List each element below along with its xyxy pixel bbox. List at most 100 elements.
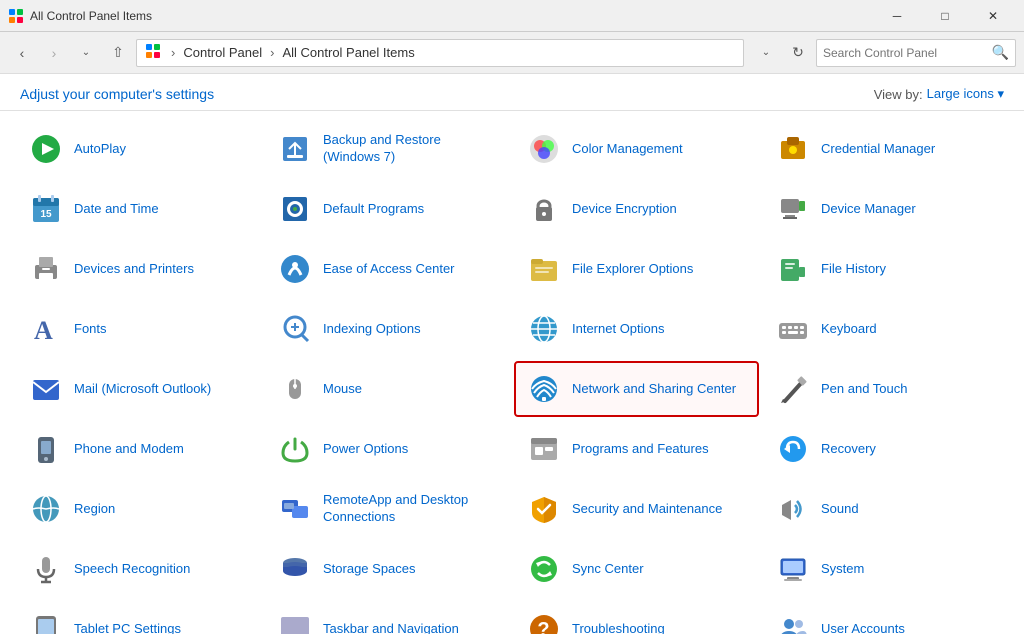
up-button[interactable]: ⇧	[104, 39, 132, 67]
maximize-button[interactable]: □	[922, 0, 968, 32]
control-item-power[interactable]: Power Options	[265, 421, 510, 477]
control-item-mail-outlook[interactable]: Mail (Microsoft Outlook)	[16, 361, 261, 417]
items-grid: AutoPlay Backup and Restore (Windows 7) Co…	[16, 121, 1008, 634]
control-item-taskbar[interactable]: Taskbar and Navigation	[265, 601, 510, 634]
control-item-file-explorer[interactable]: File Explorer Options	[514, 241, 759, 297]
control-item-phone-modem[interactable]: Phone and Modem	[16, 421, 261, 477]
mail-outlook-label: Mail (Microsoft Outlook)	[74, 381, 211, 398]
tablet-label: Tablet PC Settings	[74, 621, 181, 634]
device-mgr-icon	[775, 191, 811, 227]
control-item-device-mgr[interactable]: Device Manager	[763, 181, 1008, 237]
backup-restore-label: Backup and Restore (Windows 7)	[323, 132, 498, 166]
mouse-label: Mouse	[323, 381, 362, 398]
user-accounts-icon	[775, 611, 811, 634]
path-separator-1: ›	[171, 45, 175, 60]
indexing-label: Indexing Options	[323, 321, 421, 338]
control-item-recovery[interactable]: Recovery	[763, 421, 1008, 477]
region-icon	[28, 491, 64, 527]
control-item-sync[interactable]: Sync Center	[514, 541, 759, 597]
control-item-color-mgmt[interactable]: Color Management	[514, 121, 759, 177]
recovery-icon	[775, 431, 811, 467]
taskbar-icon	[277, 611, 313, 634]
view-by-control: View by: Large icons ▾	[874, 86, 1004, 102]
control-item-backup-restore[interactable]: Backup and Restore (Windows 7)	[265, 121, 510, 177]
sound-label: Sound	[821, 501, 859, 518]
close-button[interactable]: ✕	[970, 0, 1016, 32]
control-item-tablet[interactable]: Tablet PC Settings	[16, 601, 261, 634]
credential-label: Credential Manager	[821, 141, 935, 158]
control-item-remoteapp[interactable]: RemoteApp and Desktop Connections	[265, 481, 510, 537]
control-item-pen-touch[interactable]: Pen and Touch	[763, 361, 1008, 417]
devices-printers-icon	[28, 251, 64, 287]
control-item-troubleshoot[interactable]: ?Troubleshooting	[514, 601, 759, 634]
control-item-device-enc[interactable]: Device Encryption	[514, 181, 759, 237]
control-item-mouse[interactable]: Mouse	[265, 361, 510, 417]
sound-icon	[775, 491, 811, 527]
control-item-autoplay[interactable]: AutoPlay	[16, 121, 261, 177]
recovery-label: Recovery	[821, 441, 876, 458]
autoplay-icon	[28, 131, 64, 167]
content-header: Adjust your computer's settings View by:…	[0, 74, 1024, 111]
system-label: System	[821, 561, 864, 578]
items-area: AutoPlay Backup and Restore (Windows 7) Co…	[0, 111, 1024, 634]
remoteapp-icon	[277, 491, 313, 527]
control-item-fonts[interactable]: AFonts	[16, 301, 261, 357]
path-control-panel[interactable]: Control Panel	[183, 45, 262, 60]
sync-icon	[526, 551, 562, 587]
date-time-icon: 15	[28, 191, 64, 227]
control-item-storage[interactable]: Storage Spaces	[265, 541, 510, 597]
control-item-programs-features[interactable]: Programs and Features	[514, 421, 759, 477]
control-item-region[interactable]: Region	[16, 481, 261, 537]
control-item-credential[interactable]: Credential Manager	[763, 121, 1008, 177]
control-item-speech[interactable]: Speech Recognition	[16, 541, 261, 597]
control-item-ease-access[interactable]: Ease of Access Center	[265, 241, 510, 297]
forward-button[interactable]: ›	[40, 39, 68, 67]
control-item-sound[interactable]: Sound	[763, 481, 1008, 537]
minimize-button[interactable]: ─	[874, 0, 920, 32]
view-by-dropdown[interactable]: Large icons ▾	[927, 86, 1004, 102]
programs-features-label: Programs and Features	[572, 441, 709, 458]
control-item-user-accounts[interactable]: User Accounts	[763, 601, 1008, 634]
path-separator-2: ›	[270, 45, 274, 60]
back-button[interactable]: ‹	[8, 39, 36, 67]
speech-label: Speech Recognition	[74, 561, 190, 578]
security-label: Security and Maintenance	[572, 501, 722, 518]
user-accounts-label: User Accounts	[821, 621, 905, 634]
credential-icon	[775, 131, 811, 167]
title-bar-controls: ─ □ ✕	[874, 0, 1016, 32]
security-icon	[526, 491, 562, 527]
default-programs-label: Default Programs	[323, 201, 424, 218]
refresh-button[interactable]: ↻	[784, 39, 812, 67]
device-mgr-label: Device Manager	[821, 201, 916, 218]
internet-options-icon	[526, 311, 562, 347]
indexing-icon	[277, 311, 313, 347]
speech-icon	[28, 551, 64, 587]
address-path[interactable]: › Control Panel › All Control Panel Item…	[136, 39, 744, 67]
app-icon	[8, 8, 24, 24]
svg-text:15: 15	[40, 209, 52, 220]
control-item-keyboard[interactable]: Keyboard	[763, 301, 1008, 357]
address-dropdown-button[interactable]: ⌄	[752, 39, 780, 67]
phone-modem-label: Phone and Modem	[74, 441, 184, 458]
autoplay-label: AutoPlay	[74, 141, 126, 158]
control-item-indexing[interactable]: Indexing Options	[265, 301, 510, 357]
path-all-items[interactable]: All Control Panel Items	[282, 45, 414, 60]
recent-button[interactable]: ⌄	[72, 39, 100, 67]
control-item-internet-options[interactable]: Internet Options	[514, 301, 759, 357]
address-bar: ‹ › ⌄ ⇧ › Control Panel › All Control Pa…	[0, 32, 1024, 74]
mouse-icon	[277, 371, 313, 407]
main-content: Adjust your computer's settings View by:…	[0, 74, 1024, 634]
search-icon: 🔍	[992, 44, 1009, 61]
remoteapp-label: RemoteApp and Desktop Connections	[323, 492, 498, 526]
control-item-file-history[interactable]: File History	[763, 241, 1008, 297]
control-item-security[interactable]: Security and Maintenance	[514, 481, 759, 537]
control-item-default-programs[interactable]: Default Programs	[265, 181, 510, 237]
network-sharing-icon	[526, 371, 562, 407]
control-item-devices-printers[interactable]: Devices and Printers	[16, 241, 261, 297]
control-item-network-sharing[interactable]: Network and Sharing Center	[514, 361, 759, 417]
control-item-system[interactable]: System	[763, 541, 1008, 597]
file-history-icon	[775, 251, 811, 287]
control-item-date-time[interactable]: 15Date and Time	[16, 181, 261, 237]
keyboard-label: Keyboard	[821, 321, 877, 338]
search-input[interactable]	[823, 46, 992, 60]
